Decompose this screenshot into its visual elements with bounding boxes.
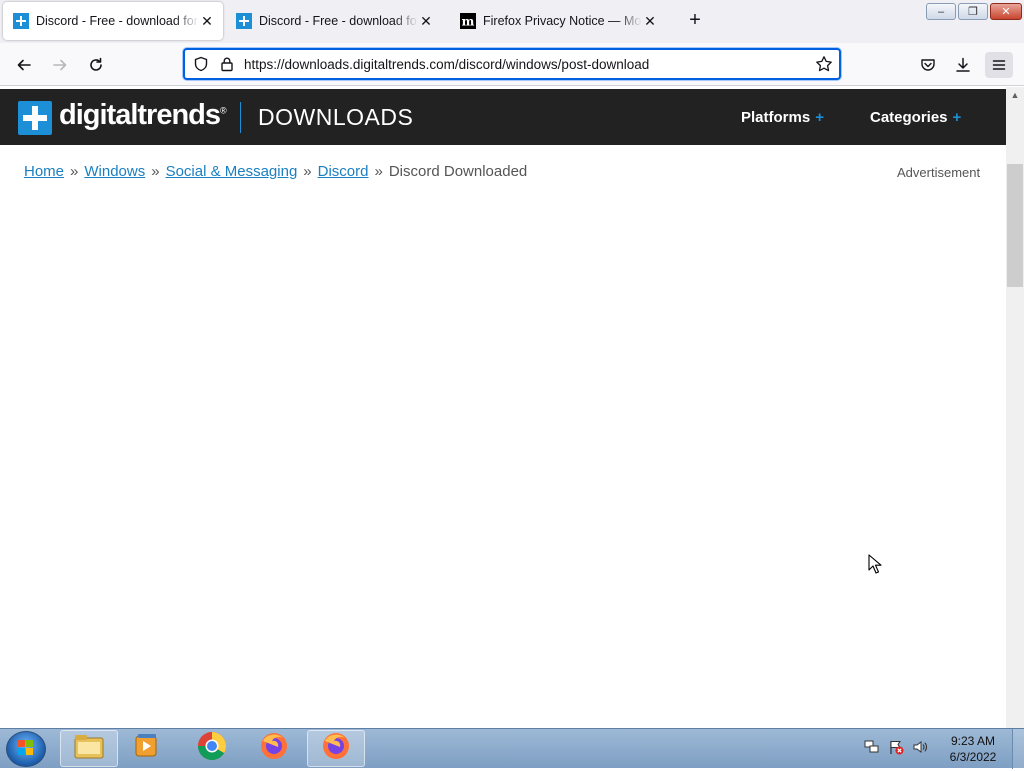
section-title[interactable]: DOWNLOADS: [258, 104, 413, 131]
url-domain: digitaltrends.com: [352, 57, 455, 72]
scrollbar-thumb[interactable]: [1007, 164, 1023, 287]
nav-categories-label: Categories: [870, 109, 948, 126]
taskbar-clock[interactable]: 9:23 AM 6/3/2022: [940, 733, 1006, 765]
close-tab-icon[interactable]: ✕: [418, 13, 434, 30]
taskbar-firefox[interactable]: [245, 730, 303, 767]
close-tab-icon[interactable]: ✕: [642, 13, 658, 30]
forward-icon[interactable]: [47, 52, 73, 78]
nav-platforms[interactable]: Platforms +: [741, 109, 824, 126]
firefox-active-icon: [321, 731, 351, 766]
breadcrumb: Home » Windows » Social & Messaging » Discord »…: [24, 163, 527, 180]
taskbar-firefox-active[interactable]: [307, 730, 365, 767]
tab-title: Firefox Privacy Notice — Mozilla: [483, 14, 642, 28]
breadcrumb-windows[interactable]: Windows: [84, 163, 145, 180]
close-window-button[interactable]: ✕: [990, 3, 1022, 20]
minimize-button[interactable]: –: [926, 3, 956, 20]
tab-firefox-privacy[interactable]: m Firefox Privacy Notice — Mozilla ✕: [450, 2, 666, 40]
clock-date: 6/3/2022: [949, 750, 997, 764]
registered-mark: ®: [220, 105, 227, 116]
hamburger-menu-icon[interactable]: [985, 52, 1013, 78]
bookmark-star-icon[interactable]: [815, 55, 833, 78]
taskbar-media-player[interactable]: [118, 730, 176, 767]
plus-icon: +: [952, 109, 962, 126]
tracking-protection-shield-icon[interactable]: [193, 56, 209, 77]
taskbar-explorer[interactable]: [60, 730, 118, 767]
breadcrumb-home[interactable]: Home: [24, 163, 64, 180]
digitaltrends-logo-icon[interactable]: [18, 101, 52, 135]
nav-platforms-label: Platforms: [741, 109, 811, 126]
page-scrollbar[interactable]: ▲: [1006, 87, 1024, 728]
reload-icon[interactable]: [83, 52, 109, 78]
tab-discord-2[interactable]: Discord - Free - download for Windows ✕: [226, 2, 442, 40]
volume-icon[interactable]: [912, 739, 928, 760]
breadcrumb-discord[interactable]: Discord: [318, 163, 369, 180]
tab-strip: Discord - Free - download for Windows ✕ …: [0, 0, 1024, 43]
breadcrumb-separator: »: [303, 163, 312, 180]
tab-title: Discord - Free - download for Windows: [259, 14, 418, 28]
show-desktop-button[interactable]: [1012, 729, 1024, 769]
breadcrumb-separator: »: [70, 163, 79, 180]
nav-categories[interactable]: Categories +: [870, 109, 961, 126]
new-tab-icon[interactable]: +: [684, 10, 706, 32]
scroll-up-arrow-icon[interactable]: ▲: [1006, 87, 1024, 103]
breadcrumb-current: Discord Downloaded: [388, 163, 528, 180]
clock-time: 9:23 AM: [950, 734, 996, 748]
digitaltrends-plus-icon: [236, 13, 252, 29]
navigation-toolbar: https://downloads.digitaltrends.com/disc…: [0, 43, 1024, 86]
url-prefix: https://downloads.: [244, 57, 353, 72]
pocket-icon[interactable]: [914, 52, 942, 78]
restore-button[interactable]: ❐: [958, 3, 988, 20]
site-header: digitaltrends® DOWNLOADS Platforms + Cate…: [0, 89, 1006, 145]
windows-taskbar: 9:23 AM 6/3/2022: [0, 728, 1024, 769]
taskbar-chrome[interactable]: [183, 730, 241, 767]
url-bar[interactable]: https://downloads.digitaltrends.com/disc…: [183, 48, 841, 80]
lock-icon[interactable]: [219, 56, 235, 77]
system-tray: [864, 729, 928, 769]
network-icon[interactable]: [864, 739, 880, 760]
svg-text:m: m: [462, 15, 475, 29]
logo-wordmark: digitaltrends: [59, 99, 221, 131]
url-path: /discord/windows/post-download: [454, 57, 650, 72]
tab-title: Discord - Free - download for Windows: [36, 14, 199, 28]
breadcrumb-separator: »: [151, 163, 160, 180]
url-text[interactable]: https://downloads.digitaltrends.com/disc…: [244, 57, 649, 72]
breadcrumb-social-messaging[interactable]: Social & Messaging: [166, 163, 298, 180]
plus-icon: +: [815, 109, 824, 126]
window-controls: – ❐ ✕: [926, 3, 1022, 20]
start-button[interactable]: [6, 731, 46, 767]
digitaltrends-plus-icon: [13, 13, 29, 29]
back-icon[interactable]: [11, 52, 37, 78]
firefox-icon: [259, 731, 289, 766]
mozilla-m-icon: m: [460, 13, 476, 29]
media-player-icon: [133, 732, 161, 765]
logo-divider: [240, 102, 241, 133]
advertisement-label: Advertisement: [897, 165, 981, 180]
downloads-icon[interactable]: [949, 52, 977, 78]
windows-explorer-icon: [73, 732, 105, 765]
action-center-flag-icon[interactable]: [888, 739, 904, 760]
mouse-cursor-icon: [868, 554, 882, 579]
site-logo-text[interactable]: digitaltrends®: [59, 99, 227, 132]
chrome-icon: [197, 731, 227, 766]
close-tab-icon[interactable]: ✕: [199, 13, 215, 30]
breadcrumb-separator: »: [374, 163, 383, 180]
tab-discord-1[interactable]: Discord - Free - download for Windows ✕: [3, 2, 223, 40]
